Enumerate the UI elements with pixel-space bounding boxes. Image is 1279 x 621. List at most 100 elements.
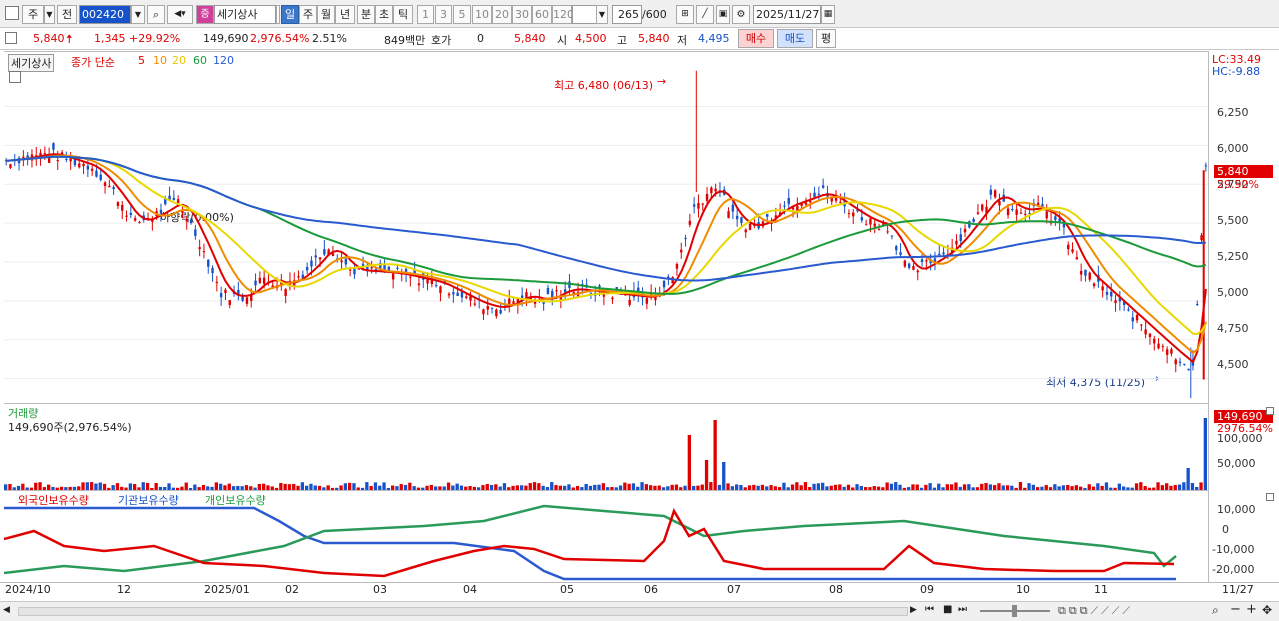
range-1[interactable]: 1 <box>417 5 434 24</box>
range-20[interactable]: 20 <box>492 5 512 24</box>
candle-body <box>417 283 421 286</box>
candle-body <box>95 170 98 177</box>
volume-bar <box>894 482 898 490</box>
scroll-right-icon[interactable]: ▶ <box>910 605 917 615</box>
candle-body <box>942 252 945 255</box>
range-10[interactable]: 10 <box>472 5 492 24</box>
candle-body <box>611 297 614 300</box>
chevron-down-icon[interactable]: ▼ <box>44 5 55 24</box>
volume-bar <box>373 482 378 490</box>
candle-body <box>886 231 889 233</box>
period-week[interactable]: 주 <box>299 5 317 24</box>
market-select[interactable]: 주 <box>22 5 44 24</box>
code-dropdown-icon[interactable]: ▼ <box>131 5 145 24</box>
holding-chart[interactable] <box>4 491 1208 582</box>
current-pct: 29.92% <box>1217 178 1259 191</box>
period-month[interactable]: 월 <box>317 5 335 24</box>
range-120[interactable]: 120 <box>552 5 574 24</box>
range-3[interactable]: 3 <box>435 5 452 24</box>
candle-body <box>129 212 133 215</box>
candle-body <box>744 229 747 233</box>
line-tool-icon[interactable]: ╱ <box>696 5 714 24</box>
count-input[interactable]: 265 <box>612 5 642 24</box>
volume-bar <box>713 420 717 490</box>
zoom-handle[interactable] <box>1012 605 1017 617</box>
candle-body <box>56 160 59 162</box>
xtick-09: 09 <box>920 583 934 596</box>
candle-body <box>465 296 468 298</box>
period-minute[interactable]: 분 <box>357 5 375 24</box>
volume-bar <box>1186 468 1190 490</box>
volume-bar <box>704 460 709 490</box>
ytick-5250: 5,250 <box>1217 250 1249 263</box>
htick-m20000: -20,000 <box>1212 563 1255 576</box>
code-input[interactable]: 002420 <box>79 5 131 24</box>
high-label: 고 <box>617 34 628 47</box>
range-dropdown-icon[interactable]: ▼ <box>596 5 608 24</box>
volume-bar <box>446 482 451 490</box>
price-chart[interactable] <box>4 52 1208 402</box>
expand-icon[interactable] <box>5 32 17 44</box>
volume-bar <box>365 482 369 490</box>
indiv-line <box>4 504 1177 575</box>
volume-chart[interactable] <box>4 404 1208 490</box>
gear-icon[interactable]: ⚙ <box>732 5 750 24</box>
buy-button[interactable]: 매수 <box>738 29 774 48</box>
date-input[interactable]: 2025/11/27 <box>753 5 821 24</box>
candle-body <box>1165 349 1169 355</box>
candle-body <box>589 292 593 294</box>
range-60[interactable]: 60 <box>532 5 552 24</box>
candle-body <box>873 223 876 227</box>
scroll-left-icon[interactable]: ◀ <box>3 605 10 615</box>
period-day[interactable]: 일 <box>281 5 299 24</box>
holding-close-icon[interactable] <box>1266 493 1274 501</box>
xtick-06: 06 <box>644 583 658 596</box>
move-icon[interactable]: ✥ <box>1262 603 1272 617</box>
eval-button[interactable]: 평 <box>816 29 836 48</box>
candle-body <box>864 224 868 226</box>
candle-body <box>821 185 825 188</box>
range-30[interactable]: 30 <box>512 5 532 24</box>
range-120-label: 120 <box>553 8 574 21</box>
zoom-out-icon[interactable]: − <box>1230 602 1241 617</box>
last-icon[interactable]: ⏭ <box>958 604 967 615</box>
volume-bar <box>502 483 507 490</box>
candle-body <box>323 249 326 255</box>
quote-price: 5,840 <box>33 32 65 45</box>
candle-body <box>189 219 193 223</box>
htick-m10000: -10,000 <box>1212 543 1255 556</box>
candle-body <box>116 202 120 207</box>
speaker-icon[interactable]: ◀▾ <box>167 5 193 24</box>
candle-body <box>869 218 872 225</box>
zoom-in-icon[interactable]: + <box>1246 602 1257 617</box>
period-year[interactable]: 년 <box>335 5 355 24</box>
sell-button[interactable]: 매도 <box>777 29 813 48</box>
drawing-tools-icon[interactable]: ⧉⧉⧉⟋⟋⟋⟋ <box>1058 604 1133 618</box>
ytick-6000: 6,000 <box>1217 142 1249 155</box>
volume-bar <box>1096 483 1100 490</box>
period-second-label: 초 <box>378 8 390 21</box>
range-5[interactable]: 5 <box>453 5 471 24</box>
prev-button[interactable]: 전 <box>57 5 77 24</box>
volume-bar <box>537 483 541 490</box>
window-icon[interactable] <box>5 6 19 20</box>
period-tick[interactable]: 틱 <box>393 5 413 24</box>
volume-bar <box>687 435 691 490</box>
range-20-label: 20 <box>495 8 509 21</box>
period-second[interactable]: 초 <box>375 5 393 24</box>
candle-body <box>1187 368 1190 371</box>
count-total: /600 <box>642 8 667 21</box>
candle-body <box>194 229 197 236</box>
search-icon[interactable]: ⌕ <box>147 5 165 24</box>
first-icon[interactable]: ⏮ <box>925 604 934 615</box>
save-icon[interactable]: ▣ <box>716 5 730 24</box>
chart-tool-icon[interactable]: ⊞ <box>676 5 694 24</box>
candle-body <box>391 273 395 280</box>
scrollbar-track[interactable] <box>18 607 908 616</box>
stop-icon[interactable]: ■ <box>943 604 952 615</box>
calendar-icon[interactable]: ▦ <box>821 5 835 24</box>
zoom-search-icon[interactable]: ⌕ <box>1212 603 1219 618</box>
candle-body <box>912 266 915 270</box>
volume-close-icon[interactable] <box>1266 407 1274 415</box>
period-tick-label: 틱 <box>397 8 409 21</box>
